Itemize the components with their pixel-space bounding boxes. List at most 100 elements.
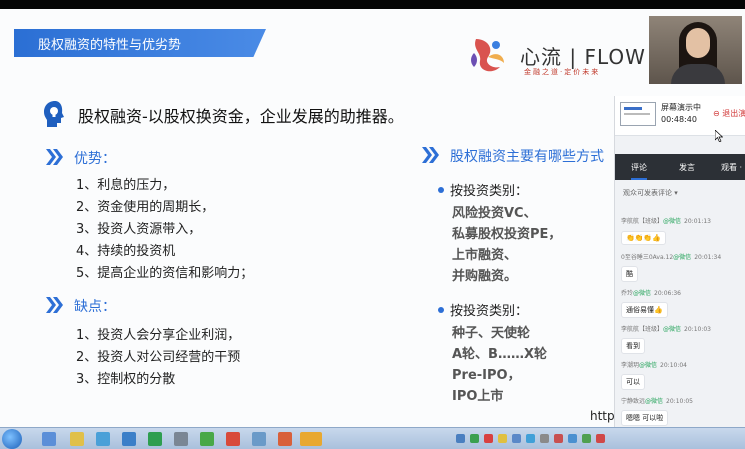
comment-item: 李潮玥@微信 20:10:04 可以 [621,360,743,390]
comment-meta: 0至谷睡三0Ava.12@微信 20:01:34 [621,252,743,261]
comment-permission-select[interactable]: 观众可发表评论 ▾ [623,188,678,198]
comment-time: 20:01:13 [684,218,711,225]
top-black-bar [0,0,745,9]
live-comment-panel: 屏幕演示中 00:48:40 ⊖ 退出演 评论 发言 观看 · 3 观众可发表评… [614,96,745,449]
by-stage-list: 种子、天使轮 A轮、B……X轮 Pre-IPO， IPO上市 [452,323,547,407]
powerpoint-icon[interactable] [278,432,292,446]
comment-time: 20:10:05 [666,398,693,405]
comment-time: 20:01:34 [694,254,722,261]
comment-item: 李航航【班级】@微信 20:01:13 👏👏👏👍 [621,216,743,245]
tab-speak[interactable]: 发言 [679,162,695,173]
start-button[interactable] [2,429,22,449]
app-icon[interactable] [174,432,188,446]
screen-share-bar: 屏幕演示中 00:48:40 ⊖ 退出演 [615,96,745,142]
excel-icon[interactable] [148,432,162,446]
slide-title-banner: 股权融资的特性与优劣势 [14,29,266,57]
tray-icon[interactable] [596,434,605,443]
chrome-icon[interactable] [70,432,84,446]
windows-taskbar [0,427,745,449]
tray-icon[interactable] [554,434,563,443]
screen-thumbnail[interactable] [620,102,656,126]
comment-source: @微信 [639,362,658,369]
comment-source: @微信 [633,290,652,297]
list-item: A轮、B……X轮 [452,347,547,362]
comment-meta: 宁静致远@微信 20:10:05 [621,396,743,405]
list-item: 1、投资人会分享企业利润， [76,328,241,343]
tray-icon[interactable] [512,434,521,443]
comment-time: 20:10:03 [684,326,711,333]
list-item: 种子、天使轮 [452,326,531,341]
comment-meta: 李潮玥@微信 20:10:04 [621,360,743,369]
panel-tabs: 评论 发言 观看 · 3 [615,154,745,180]
share-status: 屏幕演示中 [661,103,701,112]
comment-source: @微信 [673,254,692,261]
commenter-name: 乔玲 [621,290,634,297]
comment-text: 嗯嗯 可以啦 [621,410,669,426]
app-icon[interactable] [200,432,214,446]
tray-icon[interactable] [456,434,465,443]
comment-meta: 李航航【班级】@微信 20:01:13 [621,216,743,225]
disadvantages-list: 1、投资人会分享企业利润， 2、投资人对公司经营的干预 3、控制权的分散 [76,325,240,391]
tab-viewers[interactable]: 观看 · 3 [721,162,745,173]
tray-icon[interactable] [540,434,549,443]
comment-time: 20:10:04 [660,362,687,369]
bullet-dot [438,307,444,313]
bullet-dot [438,187,444,193]
url-fragment: http [590,409,615,423]
list-item: 4、持续的投资机 [76,244,176,259]
tray-icon[interactable] [526,434,535,443]
ie-icon[interactable] [42,432,56,446]
advantages-heading: 优势： [74,151,116,167]
flow-logo-icon [471,39,504,72]
list-item: 上市融资、 [452,248,518,263]
logo-name: 心流 | FLOW [520,45,646,69]
app-icon[interactable] [226,432,240,446]
comment-item: 李航航【班级】@微信 20:10:03 看到 [621,324,743,354]
chevron-right-icon [46,297,63,313]
tab-comments[interactable]: 评论 [631,162,647,180]
by-type-list: 风险投资VC、 私募股权投资PE， 上市融资、 并购融资。 [452,203,561,287]
list-item: IPO上市 [452,389,504,404]
commenter-name: 李潮玥 [621,362,640,369]
comment-source: @微信 [663,326,682,333]
list-item: 3、控制权的分散 [76,372,176,387]
active-app-icon[interactable] [300,432,322,446]
by-type-label: 按投资类别： [450,184,529,199]
app-icon[interactable] [96,432,110,446]
slide-headline: 股权融资-以股权换资金，企业发展的助推器。 [78,107,404,126]
app-icon[interactable] [122,432,136,446]
comment-source: @微信 [663,218,682,225]
tray-icon[interactable] [470,434,479,443]
presenter-webcam [649,16,742,84]
slide-title: 股权融资的特性与优劣势 [38,38,182,53]
list-item: 2、资金使用的周期长， [76,200,215,215]
mouse-cursor-icon [715,130,723,142]
commenter-name: 李航航【班级】 [621,218,664,225]
commenter-name: 0至谷睡三0Ava.12 [621,254,674,261]
head-bulb-icon [44,101,64,127]
main-types-heading: 股权融资主要有哪些方式 [450,149,604,165]
comment-source: @微信 [645,398,664,405]
list-item: 风险投资VC、 [452,206,537,221]
chevron-right-icon [46,149,63,165]
comment-text: 通俗易懂👍 [621,302,668,318]
comment-meta: 李航航【班级】@微信 20:10:03 [621,324,743,333]
comment-item: 乔玲@微信 20:06:36 通俗易懂👍 [621,288,743,318]
tray-icon[interactable] [498,434,507,443]
list-item: 1、利息的压力， [76,178,176,193]
logo-tagline: 金融之道·定价未来 [524,68,601,76]
share-timer: 00:48:40 [661,115,697,124]
list-item: 2、投资人对公司经营的干预 [76,350,241,365]
app-icon[interactable] [252,432,266,446]
comment-meta: 乔玲@微信 20:06:36 [621,288,743,297]
comment-item: 宁静致远@微信 20:10:05 嗯嗯 可以啦 [621,396,743,426]
exit-share-label: 退出演 [722,109,745,118]
tray-icon[interactable] [568,434,577,443]
advantages-list: 1、利息的压力， 2、资金使用的周期长， 3、投资人资源带入， 4、持续的投资机… [76,175,253,285]
tray-icon[interactable] [582,434,591,443]
tray-icon[interactable] [484,434,493,443]
comment-time: 20:06:36 [654,290,681,297]
list-item: 并购融资。 [452,269,518,284]
exit-share-button[interactable]: ⊖ 退出演 [713,108,745,119]
commenter-name: 宁静致远 [621,398,646,405]
